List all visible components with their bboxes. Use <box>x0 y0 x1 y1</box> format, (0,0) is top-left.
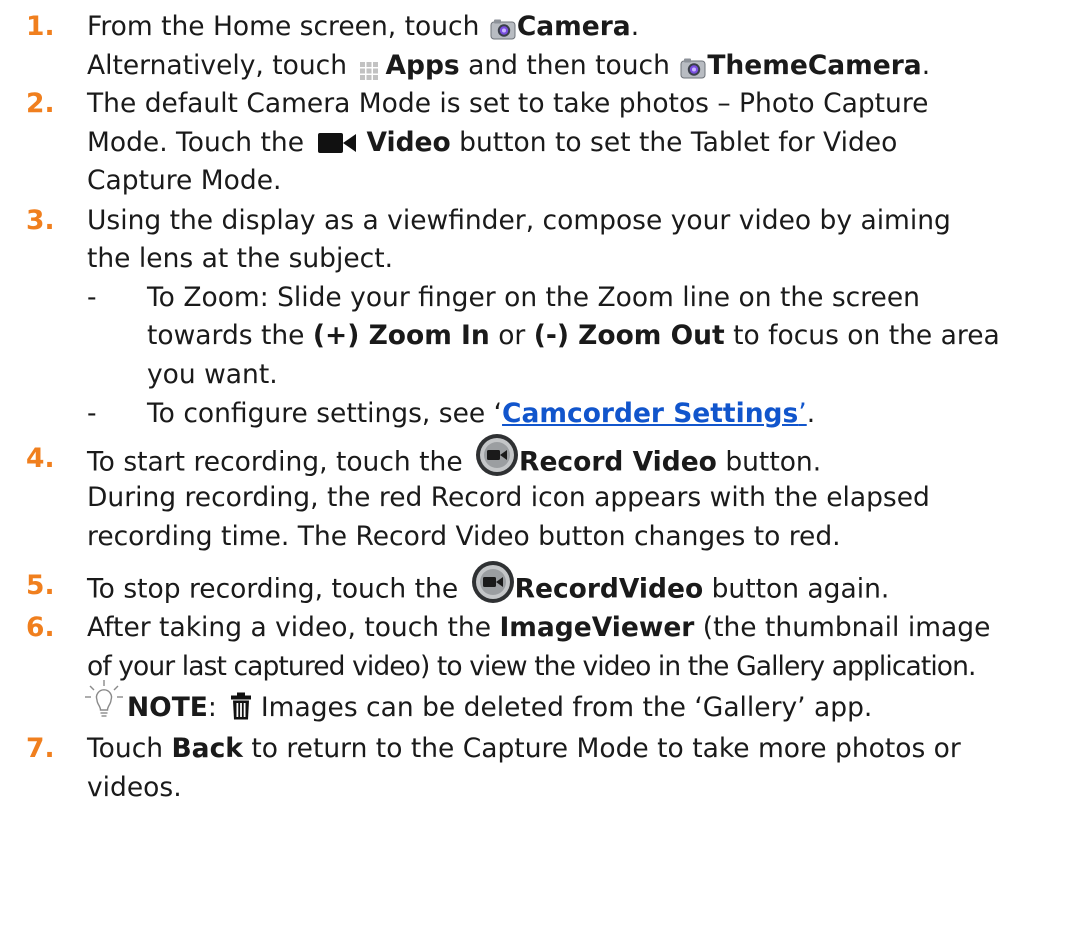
video-camera-icon <box>318 129 357 153</box>
step-number: 2. <box>26 88 55 119</box>
zoom-out-label: (-) Zoom Out <box>533 320 725 351</box>
apps-label: Apps <box>385 50 460 81</box>
record-video-button-icon <box>475 433 519 477</box>
step-number: 4. <box>26 443 55 474</box>
camera-app-name: Camera <box>516 11 631 42</box>
video-label: Video <box>366 127 451 158</box>
record-video-button-icon <box>471 560 515 604</box>
trash-icon <box>230 692 251 720</box>
step-number: 5. <box>26 570 55 601</box>
recordvideo-label: RecordVideo <box>514 573 704 605</box>
apps-grid-icon <box>359 55 379 80</box>
step-number: 3. <box>26 205 55 236</box>
camera-icon <box>490 14 516 39</box>
step-number: 6. <box>26 612 55 643</box>
record-video-label: Record Video <box>519 446 717 478</box>
camcorder-settings-link[interactable]: Camcorder Settings <box>502 398 798 429</box>
bullet-dash: - <box>87 398 97 429</box>
step-number: 7. <box>26 733 55 764</box>
back-label: Back <box>171 733 243 764</box>
lightbulb-icon <box>84 678 124 724</box>
note-label: NOTE <box>127 692 208 723</box>
step-number: 1. <box>26 11 55 42</box>
imageviewer-label: ImageViewer <box>499 612 695 643</box>
themecamera-app-name: ThemeCamera <box>707 50 922 81</box>
bullet-dash: - <box>87 282 97 313</box>
camera-icon <box>680 53 706 78</box>
zoom-in-label: (+) Zoom In <box>312 320 490 351</box>
